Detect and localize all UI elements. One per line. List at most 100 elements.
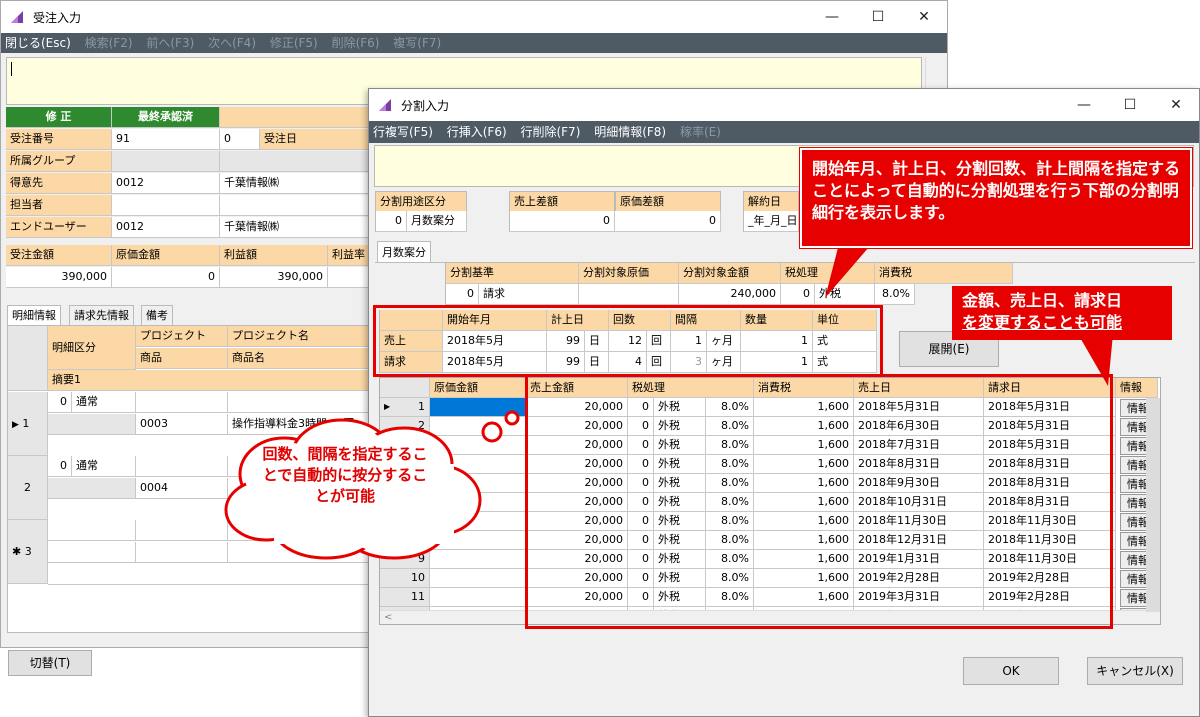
customer-code-field[interactable]: 0012	[112, 173, 220, 194]
grid-cell-sales-date[interactable]: 2018年11月30日	[854, 512, 984, 531]
grid-cell-rate[interactable]: 8.0%	[706, 398, 754, 417]
row3-memo[interactable]	[48, 564, 382, 585]
grid-cell-bill-date[interactable]: 2018年5月31日	[984, 398, 1116, 417]
grid-cell-tax-no[interactable]: 0	[628, 493, 654, 512]
row-header-2[interactable]: 2	[8, 456, 48, 520]
plan-bill-unit[interactable]: 式	[813, 352, 877, 373]
grid-cell-sales[interactable]: 20,000	[526, 512, 628, 531]
grid-cell-rate[interactable]: 8.0%	[706, 569, 754, 588]
grid-cell-sales-date[interactable]: 2018年5月31日	[854, 398, 984, 417]
grid-cell-tax[interactable]: 外税	[654, 417, 706, 436]
row3-kubun[interactable]	[48, 520, 136, 541]
grid-cell-tax[interactable]: 外税	[654, 474, 706, 493]
plan-sales-interval[interactable]: 1	[671, 331, 707, 352]
grid-cell-tax-no[interactable]: 0	[628, 436, 654, 455]
grid-cell-bill-date[interactable]: 2018年8月31日	[984, 474, 1116, 493]
grid-cell-bill-date[interactable]: 2018年8月31日	[984, 493, 1116, 512]
grid-cell-ctax[interactable]: 1,600	[754, 531, 854, 550]
tab-month-split[interactable]: 月数案分	[377, 241, 431, 263]
grid-hscrollbar[interactable]: <	[380, 610, 1160, 624]
plan-bill-day[interactable]: 99	[547, 352, 585, 373]
grid-cell-cost[interactable]	[430, 569, 526, 588]
menu-row-copy[interactable]: 行複写(F5)	[373, 125, 433, 139]
grid-cell-bill-date[interactable]: 2018年5月31日	[984, 417, 1116, 436]
menu-row-insert[interactable]: 行挿入(F6)	[447, 125, 507, 139]
grid-cell-tax[interactable]: 外税	[654, 493, 706, 512]
grid-cell-bill-date[interactable]: 2018年11月30日	[984, 512, 1116, 531]
grid-cell-sales[interactable]: 20,000	[526, 531, 628, 550]
minimize-icon[interactable]: —	[1061, 89, 1107, 121]
grid-cell-sales-date[interactable]: 2018年12月31日	[854, 531, 984, 550]
grid-cell-bill-date[interactable]: 2018年8月31日	[984, 455, 1116, 474]
basis-tax-no[interactable]: 0	[781, 284, 815, 305]
enduser-code-field[interactable]: 0012	[112, 217, 220, 238]
grid-cell-sales-date[interactable]: 2018年10月31日	[854, 493, 984, 512]
grid-cell-ctax[interactable]: 1,600	[754, 436, 854, 455]
plan-sales-day[interactable]: 99	[547, 331, 585, 352]
menu-detail-info[interactable]: 明細情報(F8)	[594, 125, 666, 139]
grid-vscrollbar[interactable]	[1146, 398, 1160, 612]
menu-close[interactable]: 閉じる(Esc)	[5, 36, 71, 50]
grid-cell-ctax[interactable]: 1,600	[754, 569, 854, 588]
grid-cell-rate[interactable]: 8.0%	[706, 512, 754, 531]
grid-cell-sales-date[interactable]: 2018年6月30日	[854, 417, 984, 436]
grid-cell-rate[interactable]: 8.0%	[706, 550, 754, 569]
grid-cell-no[interactable]: 11	[380, 588, 430, 607]
grid-cell-sales[interactable]: 20,000	[526, 569, 628, 588]
maximize-icon[interactable]: ☐	[855, 1, 901, 33]
usage-value[interactable]: 月数案分	[407, 211, 467, 232]
row-header-3[interactable]: ✱ 3	[8, 520, 48, 584]
grid-cell-cost[interactable]	[430, 588, 526, 607]
grid-cell-ctax[interactable]: 1,600	[754, 398, 854, 417]
grid-cell-tax-no[interactable]: 0	[628, 550, 654, 569]
grid-cell-sales-date[interactable]: 2019年3月31日	[854, 588, 984, 607]
order-no-field[interactable]: 91	[112, 129, 220, 150]
row2-kubun-no[interactable]: 0	[48, 456, 72, 477]
grid-cell-tax[interactable]: 外税	[654, 531, 706, 550]
menu-row-delete[interactable]: 行削除(F7)	[520, 125, 580, 139]
grid-cell-tax-no[interactable]: 0	[628, 474, 654, 493]
grid-cell-bill-date[interactable]: 2019年2月28日	[984, 569, 1116, 588]
grid-cell-ctax[interactable]: 1,600	[754, 512, 854, 531]
grid-cell-tax-no[interactable]: 0	[628, 417, 654, 436]
grid-cell-rate[interactable]: 8.0%	[706, 531, 754, 550]
tab-detail[interactable]: 明細情報	[7, 305, 61, 325]
plan-sales-qty[interactable]: 1	[741, 331, 813, 352]
grid-cell-tax-no[interactable]: 0	[628, 569, 654, 588]
grid-cell-sales-date[interactable]: 2018年7月31日	[854, 436, 984, 455]
plan-sales-unit[interactable]: 式	[813, 331, 877, 352]
plan-sales-start[interactable]: 2018年5月	[443, 331, 547, 352]
grid-cell-ctax[interactable]: 1,600	[754, 474, 854, 493]
grid-cell-rate[interactable]: 8.0%	[706, 436, 754, 455]
plan-bill-interval[interactable]: 3	[671, 352, 707, 373]
grid-cell-sales-date[interactable]: 2019年2月28日	[854, 569, 984, 588]
grid-cell-rate[interactable]: 8.0%	[706, 417, 754, 436]
grid-cell-tax-no[interactable]: 0	[628, 588, 654, 607]
grid-cell-tax-no[interactable]: 0	[628, 398, 654, 417]
row1-kubun[interactable]: 通常	[72, 392, 136, 413]
cancel-date-field[interactable]: _年_月_日	[743, 211, 799, 232]
grid-cell-sales[interactable]: 20,000	[526, 436, 628, 455]
grid-cell-sales[interactable]: 20,000	[526, 493, 628, 512]
close-icon[interactable]: ✕	[1153, 89, 1199, 121]
grid-cell-sales-date[interactable]: 2019年1月31日	[854, 550, 984, 569]
grid-cell-sales-date[interactable]: 2018年8月31日	[854, 455, 984, 474]
grid-cell-rate[interactable]: 8.0%	[706, 588, 754, 607]
grid-cell-bill-date[interactable]: 2018年11月30日	[984, 550, 1116, 569]
basis-value[interactable]: 請求	[479, 284, 579, 305]
plan-sales-count[interactable]: 12	[609, 331, 647, 352]
grid-cell-bill-date[interactable]: 2018年11月30日	[984, 531, 1116, 550]
grid-cell-sales[interactable]: 20,000	[526, 398, 628, 417]
grid-cell-rate[interactable]: 8.0%	[706, 474, 754, 493]
plan-bill-start[interactable]: 2018年5月	[443, 352, 547, 373]
close-icon[interactable]: ✕	[901, 1, 947, 33]
grid-cell-bill-date[interactable]: 2018年5月31日	[984, 436, 1116, 455]
grid-cell-bill-date[interactable]: 2019年2月28日	[984, 588, 1116, 607]
group-field[interactable]	[112, 151, 220, 172]
grid-cell-sales[interactable]: 20,000	[526, 417, 628, 436]
grid-cell-tax[interactable]: 外税	[654, 398, 706, 417]
minimize-icon[interactable]: —	[809, 1, 855, 33]
grid-cell-tax[interactable]: 外税	[654, 436, 706, 455]
grid-cell-tax-no[interactable]: 0	[628, 531, 654, 550]
grid-cell-tax[interactable]: 外税	[654, 569, 706, 588]
